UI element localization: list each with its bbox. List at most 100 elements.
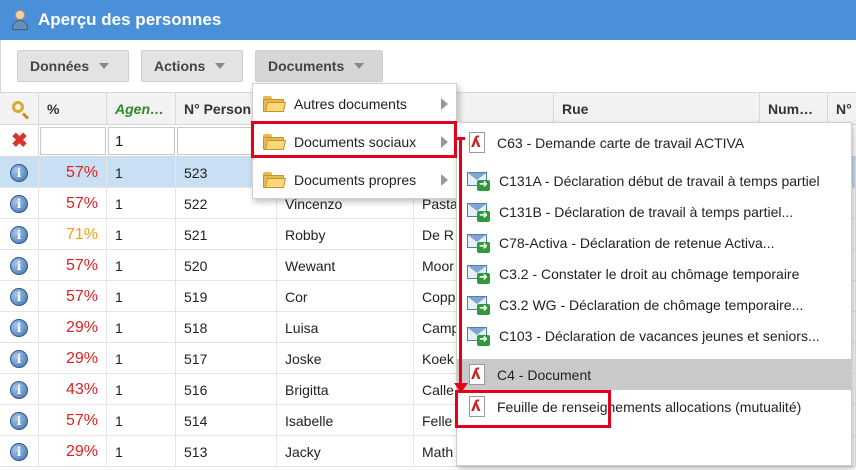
- clear-filter-icon[interactable]: ✖: [11, 131, 28, 151]
- chevron-right-icon: [441, 174, 448, 186]
- actions-label: Actions: [154, 58, 206, 74]
- row-numero: 517: [176, 343, 277, 374]
- header-numero[interactable]: Num…: [760, 93, 828, 125]
- pdf-icon: ʎ: [467, 395, 487, 418]
- submenu-item[interactable]: ʎ C4 - Document: [457, 359, 851, 390]
- window-titlebar: Aperçu des personnes: [0, 0, 856, 40]
- chevron-down-icon: [354, 63, 365, 69]
- header-no[interactable]: N°: [828, 93, 856, 125]
- header-rue[interactable]: Rue: [554, 93, 760, 125]
- row-prenom: Robby: [277, 219, 414, 250]
- mail-icon: ➜: [467, 263, 491, 285]
- folder-icon: [263, 95, 287, 113]
- row-percent: 71%: [39, 219, 107, 250]
- window-title: Aperçu des personnes: [38, 10, 222, 29]
- row-numero: 518: [176, 312, 277, 343]
- submenu-item[interactable]: ʎ Feuille de renseignements allocations (…: [457, 391, 851, 422]
- info-icon[interactable]: i: [10, 194, 28, 213]
- menu-item-label: Autres documents: [294, 96, 407, 112]
- donnees-label: Données: [30, 58, 90, 74]
- info-icon[interactable]: i: [10, 349, 28, 368]
- filter-clear-cell[interactable]: ✖: [0, 125, 39, 157]
- menu-item-documents-sociaux[interactable]: Documents sociaux: [253, 126, 456, 158]
- submenu-item-label: C131A - Déclaration début de travail à t…: [499, 172, 820, 189]
- row-info-cell: i: [0, 436, 39, 467]
- filter-percent-input[interactable]: [40, 127, 106, 155]
- row-percent: 57%: [39, 405, 107, 436]
- annotation-arrow-line: [459, 139, 462, 385]
- filter-agence-input[interactable]: 1: [108, 127, 175, 155]
- row-info-cell: i: [0, 188, 39, 219]
- row-percent: 29%: [39, 343, 107, 374]
- submenu-item-label: C131B - Déclaration de travail à temps p…: [499, 203, 794, 220]
- submenu-item[interactable]: ➜ C3.2 - Constater le droit au chômage te…: [457, 258, 851, 289]
- submenu-item[interactable]: ➜ C78-Activa - Déclaration de retenue Act…: [457, 227, 851, 258]
- info-icon[interactable]: i: [10, 442, 28, 461]
- actions-button[interactable]: Actions: [141, 50, 243, 82]
- info-icon[interactable]: i: [10, 225, 28, 244]
- submenu-item[interactable]: ➜ C131A - Déclaration début de travail à …: [457, 165, 851, 196]
- row-prenom: Brigitta: [277, 374, 414, 405]
- header-percent[interactable]: %: [39, 93, 107, 125]
- row-percent: 29%: [39, 436, 107, 467]
- row-prenom: Joske: [277, 343, 414, 374]
- row-prenom: Wewant: [277, 250, 414, 281]
- submenu-item-label: C78-Activa - Déclaration de retenue Acti…: [499, 234, 775, 251]
- menu-item-documents-propres[interactable]: Documents propres: [253, 164, 456, 196]
- row-agence: 1: [107, 312, 176, 343]
- info-icon[interactable]: i: [10, 256, 28, 275]
- row-agence: 1: [107, 374, 176, 405]
- row-percent: 29%: [39, 312, 107, 343]
- mail-icon: ➜: [467, 325, 491, 347]
- row-info-cell: i: [0, 219, 39, 250]
- menu-item-label: Documents propres: [294, 172, 417, 188]
- row-agence: 1: [107, 188, 176, 219]
- search-icon[interactable]: [11, 100, 29, 120]
- row-info-cell: i: [0, 405, 39, 436]
- mail-icon: ➜: [467, 294, 491, 316]
- user-icon: [10, 9, 30, 31]
- row-percent: 43%: [39, 374, 107, 405]
- info-icon[interactable]: i: [10, 318, 28, 337]
- documents-button[interactable]: Documents: [255, 50, 383, 82]
- chevron-down-icon: [215, 63, 226, 69]
- row-percent: 57%: [39, 250, 107, 281]
- mail-icon: ➜: [467, 232, 491, 254]
- submenu-item[interactable]: ➜ C131B - Déclaration de travail à temps …: [457, 196, 851, 227]
- submenu-item[interactable]: ➜ C103 - Déclaration de vacances jeunes e…: [457, 320, 851, 351]
- menu-item-label: Documents sociaux: [294, 134, 417, 150]
- documents-menu: Autres documents Documents sociaux Docum…: [252, 83, 457, 199]
- row-info-cell: i: [0, 312, 39, 343]
- submenu-item-label: C3.2 WG - Déclaration de chômage tempora…: [499, 296, 804, 313]
- submenu-item-label: C3.2 - Constater le droit au chômage tem…: [499, 265, 800, 282]
- info-icon[interactable]: i: [10, 287, 28, 306]
- info-icon[interactable]: i: [10, 163, 28, 182]
- row-prenom: Isabelle: [277, 405, 414, 436]
- submenu-item-label: C4 - Document: [497, 366, 592, 383]
- folder-icon: [263, 171, 287, 189]
- submenu-item[interactable]: ʎ C63 - Demande carte de travail ACTIVA: [457, 127, 851, 158]
- row-agence: 1: [107, 343, 176, 374]
- header-search-cell[interactable]: [0, 93, 39, 125]
- pdf-icon: ʎ: [467, 363, 487, 386]
- menu-item-autres-documents[interactable]: Autres documents: [253, 88, 456, 120]
- row-info-cell: i: [0, 157, 39, 188]
- row-agence: 1: [107, 436, 176, 467]
- info-icon[interactable]: i: [10, 380, 28, 399]
- row-prenom: Cor: [277, 281, 414, 312]
- row-info-cell: i: [0, 250, 39, 281]
- chevron-down-icon: [99, 63, 110, 69]
- row-prenom: Jacky: [277, 436, 414, 467]
- submenu-item-label: Feuille de renseignements allocations (m…: [497, 398, 802, 415]
- documents-label: Documents: [268, 58, 345, 74]
- info-icon[interactable]: i: [10, 411, 28, 430]
- header-agence[interactable]: Agen…: [107, 93, 176, 125]
- donnees-button[interactable]: Données: [17, 50, 129, 82]
- row-numero: 521: [176, 219, 277, 250]
- chevron-right-icon: [441, 136, 448, 148]
- row-numero: 519: [176, 281, 277, 312]
- row-agence: 1: [107, 157, 176, 188]
- row-agence: 1: [107, 405, 176, 436]
- submenu-item[interactable]: ➜ C3.2 WG - Déclaration de chômage tempor…: [457, 289, 851, 320]
- row-percent: 57%: [39, 281, 107, 312]
